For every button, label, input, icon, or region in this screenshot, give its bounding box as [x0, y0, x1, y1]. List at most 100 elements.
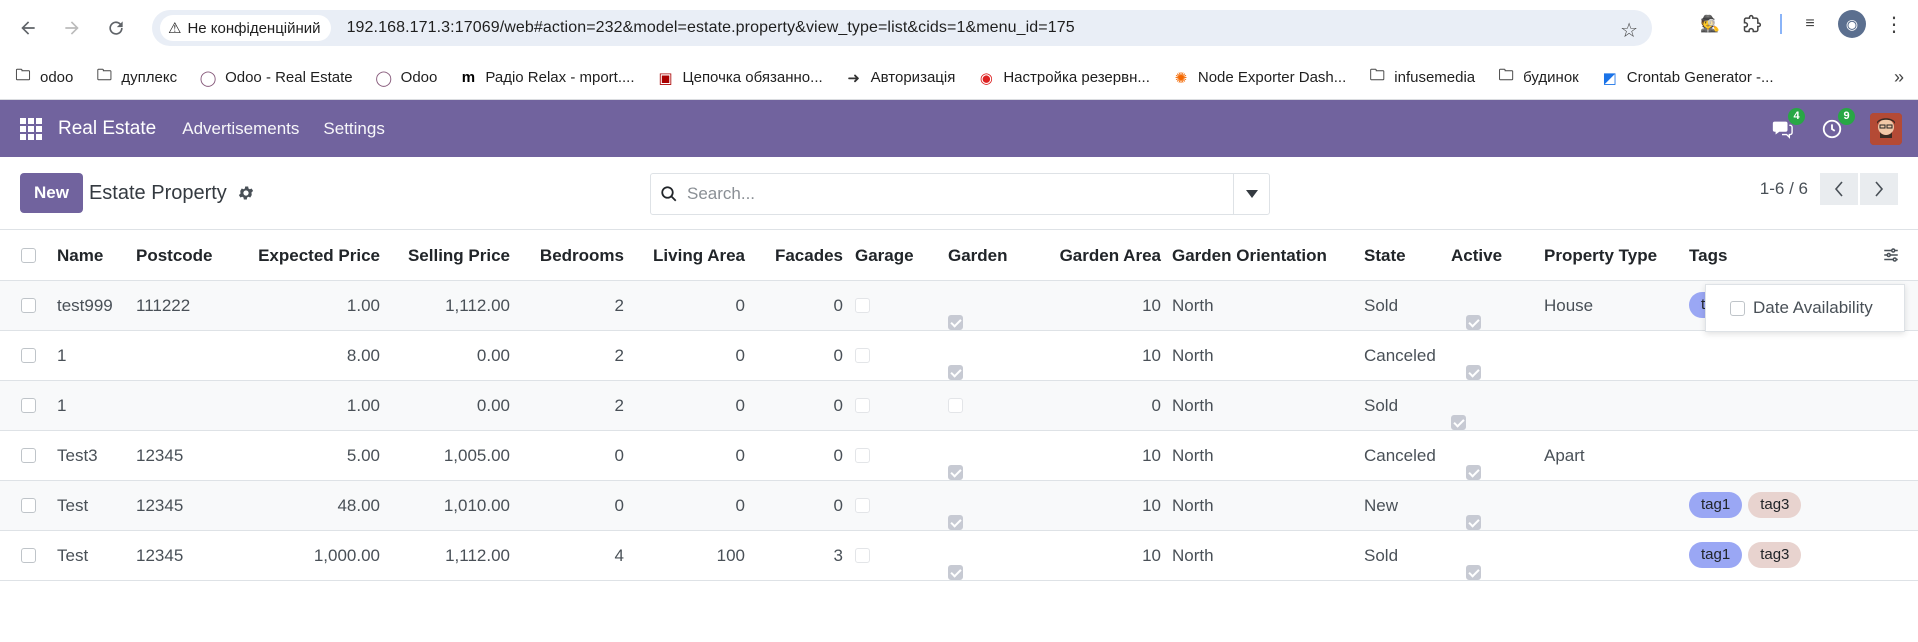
- column-header-garden-orientation[interactable]: Garden Orientation: [1172, 246, 1327, 266]
- table-row[interactable]: Test3 12345 5.00 1,005.00 0 0 0 10 North Canceled…: [0, 431, 1918, 481]
- row-select-checkbox[interactable]: [21, 448, 36, 463]
- bookmark-item[interactable]: ▣ Цепочка обязанно...: [657, 69, 822, 87]
- state-cell: Sold: [1364, 396, 1399, 415]
- pager-value[interactable]: 1-6 / 6: [1760, 179, 1808, 199]
- column-header-garden[interactable]: Garden: [948, 246, 1008, 266]
- column-header-garden-area[interactable]: Garden Area: [1060, 246, 1161, 266]
- table-row[interactable]: Test 12345 48.00 1,010.00 0 0 0 10 North New tag1 t…: [0, 481, 1918, 531]
- gear-icon[interactable]: [237, 184, 255, 202]
- column-header-bedrooms[interactable]: Bedrooms: [540, 246, 624, 266]
- back-button[interactable]: [10, 10, 46, 46]
- select-all-checkbox[interactable]: [21, 248, 36, 263]
- user-avatar[interactable]: [1870, 112, 1902, 145]
- bedrooms-cell: 2: [614, 396, 624, 415]
- column-header-postcode[interactable]: Postcode: [136, 246, 213, 266]
- column-header-active[interactable]: Active: [1451, 246, 1502, 266]
- table-row[interactable]: 1 8.00 0.00 2 0 0 10 North Canceled: [0, 331, 1918, 381]
- chevron-left-icon: [1834, 181, 1843, 197]
- login-icon: ➜: [847, 69, 860, 87]
- column-header-tags[interactable]: Tags: [1689, 246, 1727, 266]
- breadcrumb: Estate Property: [88, 181, 227, 204]
- bookmark-star-icon[interactable]: ☆: [1620, 18, 1638, 43]
- bookmark-item[interactable]: ◯ Odoo - Real Estate: [199, 69, 353, 87]
- bookmark-label: infusemedia: [1394, 69, 1476, 86]
- bookmark-item[interactable]: 🗀 будинок: [1497, 67, 1579, 87]
- bookmark-label: Crontab Generator -...: [1626, 69, 1774, 86]
- reload-icon: [109, 21, 123, 35]
- selling-price-cell: 0.00: [476, 396, 510, 415]
- row-select-checkbox[interactable]: [21, 398, 36, 413]
- column-header-state[interactable]: State: [1364, 246, 1406, 266]
- name-cell: 1: [57, 346, 67, 365]
- active-checkbox: [1466, 465, 1481, 480]
- postcode-cell: 12345: [136, 446, 184, 465]
- menu-advertisements[interactable]: Advertisements: [182, 119, 299, 139]
- column-header-name[interactable]: Name: [57, 246, 103, 266]
- facades-cell: 0: [833, 296, 843, 315]
- security-chip[interactable]: ⚠ Не конфіденційний: [160, 15, 331, 41]
- pager-next-button[interactable]: [1860, 173, 1898, 205]
- folder-icon: 🗀: [1498, 67, 1514, 84]
- garden-checkbox: [948, 565, 963, 580]
- apps-menu-icon[interactable]: [20, 117, 42, 140]
- media-queue-icon[interactable]: ≡: [1796, 10, 1824, 38]
- pager-previous-button[interactable]: [1820, 173, 1858, 205]
- extensions-puzzle-icon[interactable]: [1738, 10, 1766, 38]
- bookmark-item[interactable]: 🗀 дуплекс: [95, 67, 177, 87]
- app-brand[interactable]: Real Estate: [58, 118, 156, 140]
- row-select-checkbox[interactable]: [21, 548, 36, 563]
- bookmark-item[interactable]: ➜ Авторизація: [845, 69, 955, 87]
- activity-clock-icon[interactable]: 9: [1820, 107, 1855, 141]
- extensions-area: 🕵 ≡ ◉ ⋮: [1696, 10, 1908, 38]
- name-cell: 1: [57, 396, 67, 415]
- bookmark-item[interactable]: m Радіо Relax - mport....: [459, 69, 635, 87]
- menu-settings[interactable]: Settings: [323, 119, 384, 139]
- table-row[interactable]: test999 111222 1.00 1,112.00 2 0 0 10 North Sold H…: [0, 281, 1918, 331]
- bookmark-item[interactable]: 🗀 infusemedia: [1368, 67, 1476, 87]
- expected-price-cell: 5.00: [346, 446, 380, 465]
- date-availability-label[interactable]: Date Availability: [1753, 298, 1873, 318]
- more-menu-icon[interactable]: ⋮: [1880, 10, 1908, 38]
- bookmark-item[interactable]: ◩ Crontab Generator -...: [1601, 69, 1774, 87]
- postcode-cell: 12345: [136, 496, 184, 515]
- bookmark-label: Odoo - Real Estate: [225, 69, 353, 86]
- extension-spy-icon[interactable]: 🕵: [1696, 10, 1724, 38]
- column-header-living-area[interactable]: Living Area: [653, 246, 745, 266]
- column-header-selling-price[interactable]: Selling Price: [408, 246, 510, 266]
- forward-button[interactable]: [54, 10, 90, 46]
- table-row[interactable]: Test 12345 1,000.00 1,112.00 4 100 3 10 North Sol…: [0, 531, 1918, 581]
- bookmark-item[interactable]: ◯ Odoo: [375, 69, 437, 87]
- bedrooms-cell: 2: [614, 296, 624, 315]
- column-header-expected-price[interactable]: Expected Price: [258, 246, 380, 266]
- bookmark-item[interactable]: 🗀 odoo: [14, 67, 73, 87]
- url-text[interactable]: 192.168.171.3:17069/web#action=232&model…: [347, 19, 1075, 37]
- search-options-toggle[interactable]: [1233, 174, 1269, 214]
- optional-columns-toggle-icon[interactable]: [1882, 246, 1900, 269]
- facades-cell: 0: [833, 446, 843, 465]
- table-row[interactable]: 1 1.00 0.00 2 0 0 0 North Sold: [0, 381, 1918, 431]
- row-select-checkbox[interactable]: [21, 298, 36, 313]
- row-select-checkbox[interactable]: [21, 498, 36, 513]
- garden-orientation-cell: North: [1172, 396, 1214, 415]
- bookmark-item[interactable]: ✺ Node Exporter Dash...: [1172, 69, 1347, 87]
- tag-badge: tag1: [1689, 492, 1743, 518]
- name-cell: Test: [57, 496, 89, 515]
- selling-price-cell: 1,112.00: [445, 296, 510, 315]
- crontab-icon: ◩: [1602, 69, 1617, 87]
- new-button[interactable]: New: [20, 173, 83, 213]
- bedrooms-cell: 4: [614, 546, 624, 565]
- profile-avatar[interactable]: ◉: [1838, 10, 1866, 38]
- bookmarks-overflow-icon[interactable]: »: [1894, 67, 1904, 88]
- divider-line-icon: [1780, 14, 1782, 34]
- messages-icon[interactable]: 4: [1770, 107, 1805, 141]
- column-header-garage[interactable]: Garage: [855, 246, 914, 266]
- date-availability-checkbox[interactable]: [1730, 300, 1745, 316]
- search-input[interactable]: [687, 174, 1233, 214]
- column-header-facades[interactable]: Facades: [775, 246, 843, 266]
- column-header-property-type[interactable]: Property Type: [1544, 246, 1657, 266]
- bookmark-item[interactable]: ◉ Настройка резервн...: [977, 69, 1150, 87]
- row-select-checkbox[interactable]: [21, 348, 36, 363]
- facades-cell: 0: [833, 396, 843, 415]
- reload-button[interactable]: [98, 10, 134, 46]
- address-bar[interactable]: ⚠ Не конфіденційний 192.168.171.3:17069/…: [152, 10, 1652, 46]
